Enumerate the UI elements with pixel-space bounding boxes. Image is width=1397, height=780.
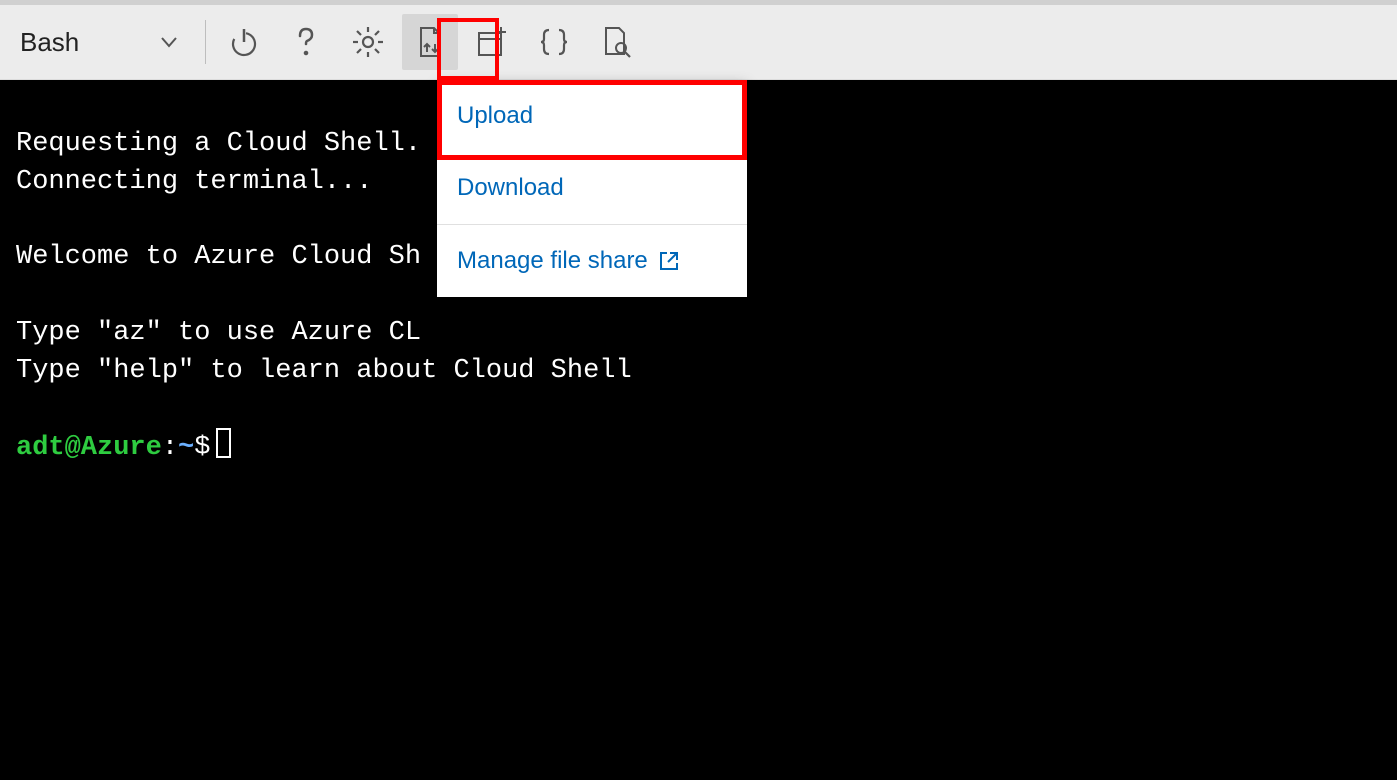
menu-download[interactable]: Download [437,152,747,224]
shell-selector-label: Bash [20,27,79,58]
menu-manage-label: Manage file share [457,247,648,275]
braces-icon [537,25,571,59]
power-icon [227,25,261,59]
shell-selector[interactable]: Bash [14,20,189,64]
settings-button[interactable] [340,14,396,70]
preview-button[interactable] [588,14,644,70]
menu-upload-label: Upload [457,102,533,130]
terminal-line: Type "az" to use Azure CL [16,318,421,348]
terminal-line: Welcome to Azure Cloud Sh [16,242,421,272]
terminal-line: Requesting a Cloud Shell. [16,129,421,159]
menu-upload[interactable]: Upload [437,80,747,152]
prompt-userhost: adt@Azure [16,433,162,463]
prompt-dollar: $ [194,433,210,463]
prompt-colon: : [162,433,178,463]
terminal-line: Type "help" to learn about Cloud Shell [16,356,632,386]
external-link-icon [658,250,680,272]
terminal-cursor [216,428,231,458]
file-search-icon [599,25,633,59]
file-transfer-icon [413,25,447,59]
chevron-down-icon [159,32,179,52]
toolbar-divider [205,20,206,64]
terminal-prompt: adt@Azure:~$ [16,433,231,463]
gear-icon [351,25,385,59]
file-transfer-menu: Upload Download Manage file share [437,80,747,297]
menu-download-label: Download [457,174,564,202]
help-button[interactable] [278,14,334,70]
editor-button[interactable] [526,14,582,70]
new-window-icon [475,25,509,59]
restart-button[interactable] [216,14,272,70]
new-session-button[interactable] [464,14,520,70]
cloud-shell-toolbar: Bash [0,5,1397,80]
terminal-line: Connecting terminal... [16,167,372,197]
prompt-path: ~ [178,433,194,463]
upload-download-button[interactable] [402,14,458,70]
menu-manage-file-share[interactable]: Manage file share [437,224,747,297]
question-icon [289,25,323,59]
